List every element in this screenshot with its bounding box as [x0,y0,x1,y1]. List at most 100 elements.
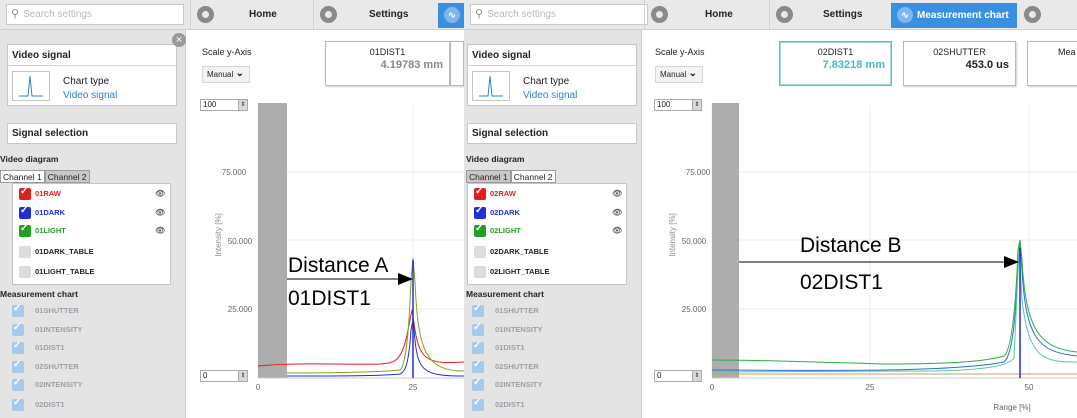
scale-mode-select[interactable]: Manual ⌄ [202,66,250,83]
video-diagram-label: Video diagram [466,154,525,164]
checkbox[interactable] [474,246,486,258]
signal-item[interactable]: 02DARK_TABLE [474,246,624,258]
checkbox[interactable] [19,205,31,219]
signal-item[interactable]: 01LIGHT_TABLE [19,266,169,278]
checkbox[interactable] [12,359,24,373]
signal-item[interactable]: 01LIGHT 👁 [19,223,169,237]
measurement-box[interactable]: 01DIST1 4.19783 mm [325,41,450,86]
checkbox[interactable] [474,223,486,237]
divider [644,0,645,30]
checkbox[interactable] [474,266,486,278]
measurement-chart-label: Measurement chart [0,289,78,299]
y-max-input[interactable]: 100 ⇕ [200,99,248,111]
y-tick-label: 25.000 [228,305,253,314]
tab-channel-1[interactable]: Channel 1 [466,170,511,183]
panel-channel-1: ⚲ Search settings Home Settings ∿ Video s… [0,0,464,418]
checkbox[interactable] [472,359,484,373]
chart-type-link[interactable]: Video signal [63,90,117,101]
measurement-box[interactable] [450,41,464,86]
tab-measurement-chart[interactable]: ∿ [438,3,464,28]
raw-signal-line [257,309,464,367]
y-tick-label: 25.000 [682,305,707,314]
settings-button[interactable]: Settings [823,4,862,26]
light-signal-line [286,257,464,374]
checkbox[interactable] [472,303,484,317]
checkbox[interactable] [474,205,486,219]
x-tick-label: 50 [1025,383,1034,392]
annotation-title: Distance B [800,234,902,257]
y-min-input[interactable]: 0 ⇕ [654,370,702,382]
checkbox[interactable] [12,377,24,391]
chevron-down-icon: ⌄ [235,68,244,79]
eye-icon[interactable]: 👁 [612,207,622,219]
dark-signal-line [286,319,464,377]
checkbox[interactable] [12,397,24,411]
y-min-input[interactable]: 0 ⇕ [200,370,248,382]
search-input[interactable]: ⚲ Search settings [6,4,184,25]
arrowhead [398,273,413,285]
eye-icon[interactable]: 👁 [612,225,622,237]
signal-item[interactable]: 02LIGHT_TABLE [474,266,624,278]
chart-type-thumbnail[interactable] [472,71,510,101]
video-signal-heading: Video signal [468,45,636,66]
search-input[interactable]: ⚲ Search settings [470,4,648,25]
info-icon[interactable] [1024,6,1041,23]
signal-item[interactable]: 01DARK 👁 [19,205,169,219]
eye-icon[interactable]: 👁 [155,225,165,237]
checkbox[interactable] [472,340,484,354]
settings-button[interactable]: Settings [369,4,408,26]
annotation-value: 01DIST1 [288,287,371,310]
checkbox[interactable] [19,186,31,200]
waveform-icon: ∿ [897,7,913,24]
signal-item[interactable]: 02LIGHT 👁 [474,223,624,237]
checkbox[interactable] [19,246,31,258]
annotation-title: Distance A [288,254,388,277]
y-axis-label: Intensity [%] [214,213,223,257]
measurement-box[interactable]: Mea [1027,41,1077,86]
video-signal-box: Video signal Chart type Video signal [7,44,177,106]
checkbox[interactable] [474,186,486,200]
divider [769,0,770,30]
eye-icon[interactable]: 👁 [155,188,165,200]
home-button[interactable]: Home [249,4,277,26]
signal-item[interactable]: 01RAW 👁 [19,186,169,200]
checkbox[interactable] [19,223,31,237]
checkbox[interactable] [12,340,24,354]
signal-item[interactable]: 01DARK_TABLE [19,246,169,258]
arrowhead [1004,256,1019,268]
checkbox[interactable] [19,266,31,278]
chart-type-label: Chart type [523,76,570,87]
home-icon[interactable] [197,6,214,23]
checkbox[interactable] [472,322,484,336]
x-tick-label: 0 [256,383,261,392]
top-bar: ⚲ Search settings Home Settings ∿ [0,0,464,30]
tab-channel-2[interactable]: Channel 2 [44,170,90,183]
checkbox[interactable] [472,377,484,391]
tab-measurement-chart[interactable]: ∿ Measurement chart [891,3,1017,28]
scale-mode-select[interactable]: Manual ⌄ [655,66,703,83]
chart-type-thumbnail[interactable] [12,71,50,101]
signal-item[interactable]: 02RAW 👁 [474,186,624,200]
eye-icon[interactable]: 👁 [155,207,165,219]
scale-y-axis-label: Scale y-Axis [202,47,252,57]
settings-icon[interactable] [320,6,337,23]
sidebar: Video signal Chart type Video signal Sig… [464,30,642,418]
checkbox[interactable] [12,303,24,317]
home-button[interactable]: Home [705,4,733,26]
settings-icon[interactable] [776,6,793,23]
eye-icon[interactable]: 👁 [612,188,622,200]
signal-item[interactable]: 02DARK 👁 [474,205,624,219]
y-max-input[interactable]: 100 ⇕ [654,99,702,111]
measurement-box[interactable]: 02DIST1 7.83218 mm [779,41,892,86]
chart-type-label: Chart type [63,76,110,87]
checkbox[interactable] [12,322,24,336]
home-icon[interactable] [651,6,668,23]
checkbox[interactable] [472,397,484,411]
tab-channel-1[interactable]: Channel 1 [0,170,45,183]
y-tick-label: 75.000 [222,168,247,177]
tab-channel-2[interactable]: Channel 2 [510,170,556,183]
close-icon[interactable]: × [172,33,186,47]
chart-type-link[interactable]: Video signal [523,90,577,101]
y-tick-label: 75.000 [686,168,711,177]
measurement-box[interactable]: 02SHUTTER 453.0 us [903,41,1016,86]
